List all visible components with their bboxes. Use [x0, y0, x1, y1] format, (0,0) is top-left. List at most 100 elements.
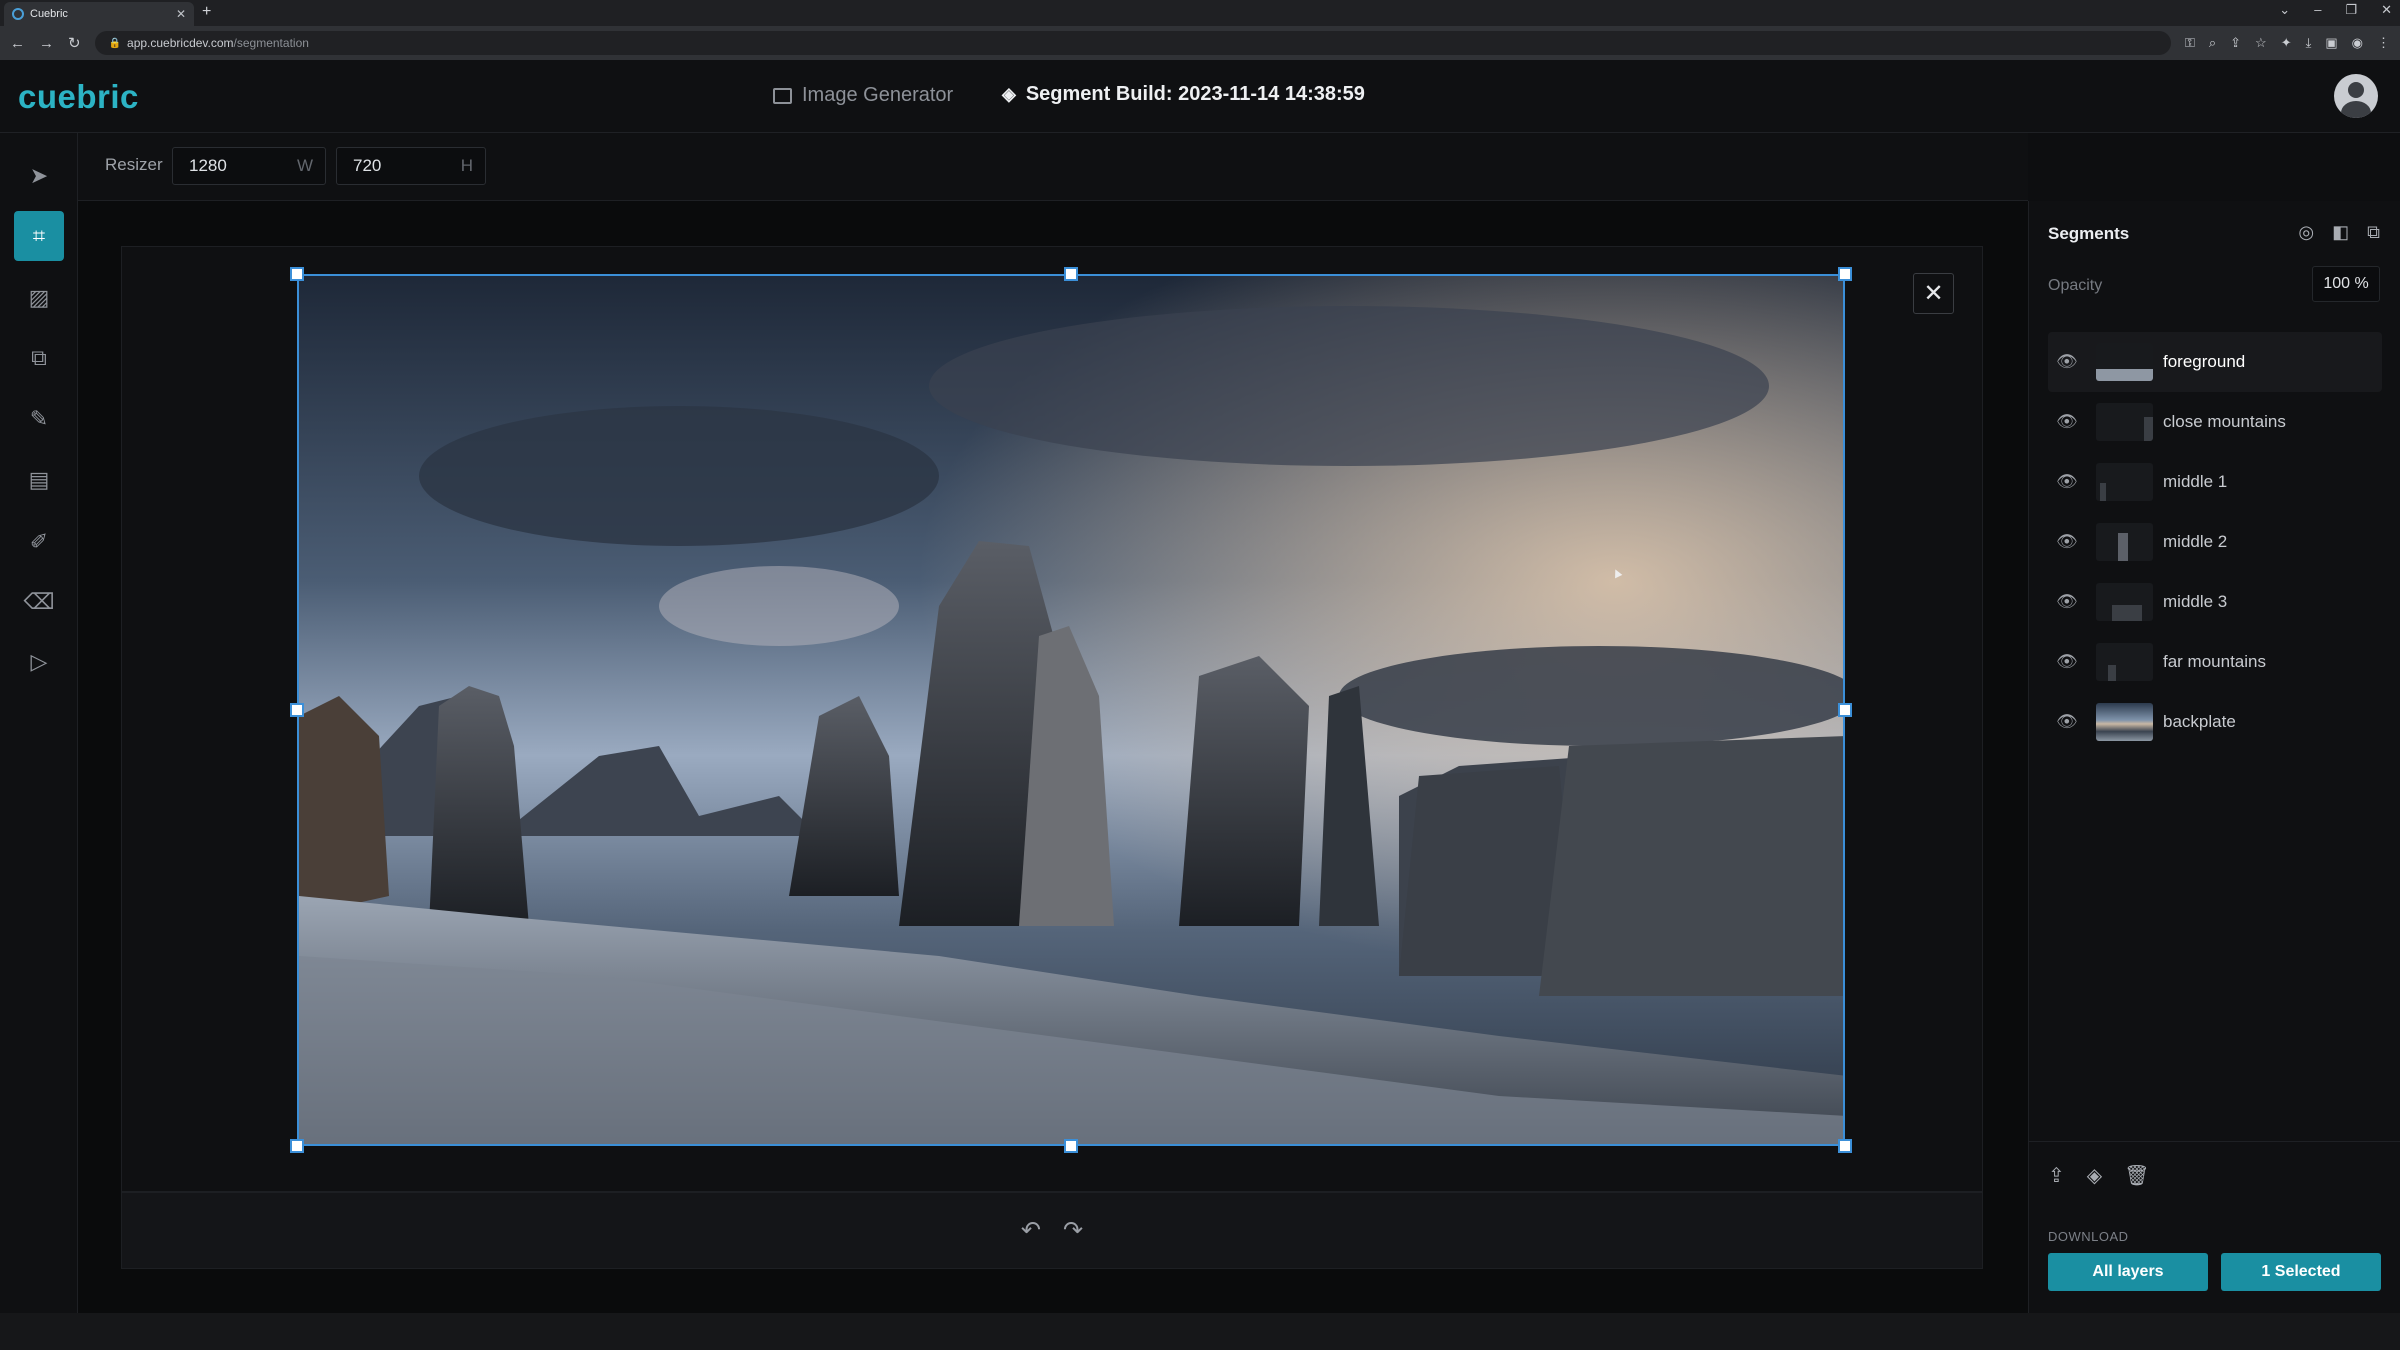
layer-thumbnail: [2096, 643, 2153, 681]
stack-layers-icon[interactable]: ◈: [2087, 1163, 2102, 1188]
address-bar-icons: ⚿ ⌕ ⇪ ☆ ✦ ⤓ ▣ ◉ ⋮: [2185, 35, 2390, 51]
eye-icon[interactable]: 👁: [2048, 652, 2084, 672]
menu-icon[interactable]: ⋮: [2377, 35, 2390, 51]
resizer-bar: Resizer 1280 W 720 H: [78, 133, 2028, 201]
eye-icon[interactable]: 👁: [2048, 352, 2084, 372]
left-toolbar: ➤ ⌗ ▨ ⧉ ✎ ▤ ✐ ⌫ ▷: [0, 133, 78, 1350]
segmented-image[interactable]: [297, 274, 1845, 1146]
url-path: /segmentation: [233, 36, 309, 50]
layer-name: far mountains: [2163, 652, 2266, 671]
trash-icon[interactable]: 🗑: [2124, 1163, 2149, 1188]
restore-icon[interactable]: ❐: [2345, 2, 2357, 18]
opacity-input[interactable]: 100 %: [2312, 266, 2380, 302]
download-icon[interactable]: ⤓: [2306, 35, 2312, 51]
layer-name: foreground: [2163, 352, 2246, 371]
width-unit: W: [296, 156, 313, 175]
status-bar: [0, 1313, 2400, 1350]
layer-middle-2[interactable]: 👁 middle 2: [2048, 512, 2382, 572]
browser-tab-title: Cuebric: [30, 8, 68, 20]
close-window-icon[interactable]: ✕: [2381, 2, 2392, 18]
height-unit: H: [460, 156, 473, 175]
extensions-icon[interactable]: ✦: [2281, 35, 2292, 51]
window-controls: ⌄ – ❐ ✕: [2279, 2, 2392, 18]
eraser-icon[interactable]: ⌫: [14, 577, 64, 627]
eye-icon[interactable]: 👁: [2048, 592, 2084, 612]
image-edit-icon[interactable]: ▨: [14, 273, 64, 323]
crop-handle-bottom[interactable]: [1064, 1139, 1078, 1153]
chevron-down-icon[interactable]: ⌄: [2279, 2, 2290, 18]
layer-name: backplate: [2163, 712, 2236, 731]
user-avatar[interactable]: [2334, 74, 2378, 118]
height-input[interactable]: 720 H: [336, 147, 486, 185]
minimize-icon[interactable]: –: [2314, 2, 2321, 18]
undo-icon[interactable]: ↶: [1021, 1216, 1041, 1245]
crop-handle-top[interactable]: [1064, 267, 1078, 281]
eye-icon[interactable]: 👁: [2048, 412, 2084, 432]
star-icon[interactable]: ☆: [2255, 35, 2267, 51]
layer-close-mountains[interactable]: 👁 close mountains: [2048, 392, 2382, 452]
brush-icon[interactable]: ✐: [14, 517, 64, 567]
layer-name: middle 1: [2163, 472, 2228, 491]
zoom-icon[interactable]: ⌕: [2209, 35, 2216, 51]
layer-thumbnail: [2096, 463, 2153, 501]
image-icon: [773, 87, 792, 104]
layer-name: middle 3: [2163, 592, 2228, 611]
crop-handle-top-right[interactable]: [1838, 267, 1852, 281]
opacity-label: Opacity: [2048, 277, 2103, 294]
new-tab-icon[interactable]: +: [202, 3, 211, 21]
forward-icon[interactable]: →: [39, 35, 54, 52]
profile-icon[interactable]: ◉: [2352, 35, 2363, 51]
duplicate-icon[interactable]: ⧉: [14, 333, 64, 383]
close-icon: ✕: [1923, 280, 1944, 307]
copy-layers-icon[interactable]: ⧉: [2367, 222, 2380, 243]
close-crop-button[interactable]: ✕: [1913, 273, 1954, 314]
width-input[interactable]: 1280 W: [172, 147, 326, 185]
url-host: app.cuebricdev.com: [127, 36, 234, 50]
magic-wand-icon[interactable]: ✎: [14, 394, 64, 444]
visibility-toggle-icon[interactable]: ◎: [2298, 222, 2314, 243]
crop-handle-top-left[interactable]: [290, 267, 304, 281]
url-field[interactable]: 🔒 app.cuebricdev.com/segmentation: [94, 31, 2171, 55]
layer-middle-1[interactable]: 👁 middle 1: [2048, 452, 2382, 512]
redo-icon[interactable]: ↷: [1063, 1216, 1083, 1245]
crop-handle-right[interactable]: [1838, 703, 1852, 717]
layer-thumbnail: [2096, 343, 2153, 381]
inpaint-icon[interactable]: ▤: [14, 455, 64, 505]
eye-icon[interactable]: 👁: [2048, 472, 2084, 492]
crop-handle-bottom-left[interactable]: [290, 1139, 304, 1153]
segment-build-title[interactable]: ◈ Segment Build: 2023-11-14 14:38:59: [1002, 83, 1365, 106]
eye-icon[interactable]: 👁: [2048, 712, 2084, 732]
reload-icon[interactable]: ↻: [68, 34, 81, 52]
layer-foreground[interactable]: 👁 foreground: [2048, 332, 2382, 392]
image-generator-link[interactable]: Image Generator: [773, 84, 953, 107]
browser-tab[interactable]: Cuebric ✕: [4, 2, 194, 26]
select-tool-icon[interactable]: ➤: [14, 151, 64, 201]
export-icon[interactable]: ⇪: [2048, 1163, 2065, 1188]
app-header: cuebric Image Generator ◈ Segment Build:…: [0, 60, 2400, 133]
key-icon[interactable]: ⚿: [2185, 35, 2195, 51]
layer-middle-3[interactable]: 👁 middle 3: [2048, 572, 2382, 632]
layer-thumbnail: [2096, 703, 2153, 741]
layers-icon: ◈: [1002, 84, 1016, 104]
layer-far-mountains[interactable]: 👁 far mountains: [2048, 632, 2382, 692]
layer-thumbnail: [2096, 523, 2153, 561]
sidepanel-icon[interactable]: ▣: [2325, 35, 2337, 51]
share-icon[interactable]: ⇪: [2230, 35, 2241, 51]
merge-icon[interactable]: ◧: [2332, 222, 2349, 243]
segments-panel: Segments ◎ ◧ ⧉ Opacity 100 % 👁 foregroun…: [2028, 201, 2400, 1313]
image-generator-label: Image Generator: [802, 84, 954, 106]
play-icon[interactable]: ▷: [14, 637, 64, 687]
back-icon[interactable]: ←: [10, 35, 25, 52]
crop-handle-bottom-right[interactable]: [1838, 1139, 1852, 1153]
crop-handle-left[interactable]: [290, 703, 304, 717]
segment-layer-list: 👁 foreground 👁 close mountains 👁 middle …: [2048, 332, 2382, 752]
eye-icon[interactable]: 👁: [2048, 532, 2084, 552]
address-bar-row: ← → ↻ 🔒 app.cuebricdev.com/segmentation …: [0, 26, 2400, 60]
layer-backplate[interactable]: 👁 backplate: [2048, 692, 2382, 752]
close-tab-icon[interactable]: ✕: [176, 7, 186, 21]
download-all-layers-button[interactable]: All layers: [2048, 1253, 2208, 1291]
download-selected-button[interactable]: 1 Selected: [2221, 1253, 2381, 1291]
cuebric-logo[interactable]: cuebric: [18, 78, 139, 116]
crop-tool-icon[interactable]: ⌗: [14, 211, 64, 261]
download-label: DOWNLOAD: [2048, 1229, 2129, 1244]
